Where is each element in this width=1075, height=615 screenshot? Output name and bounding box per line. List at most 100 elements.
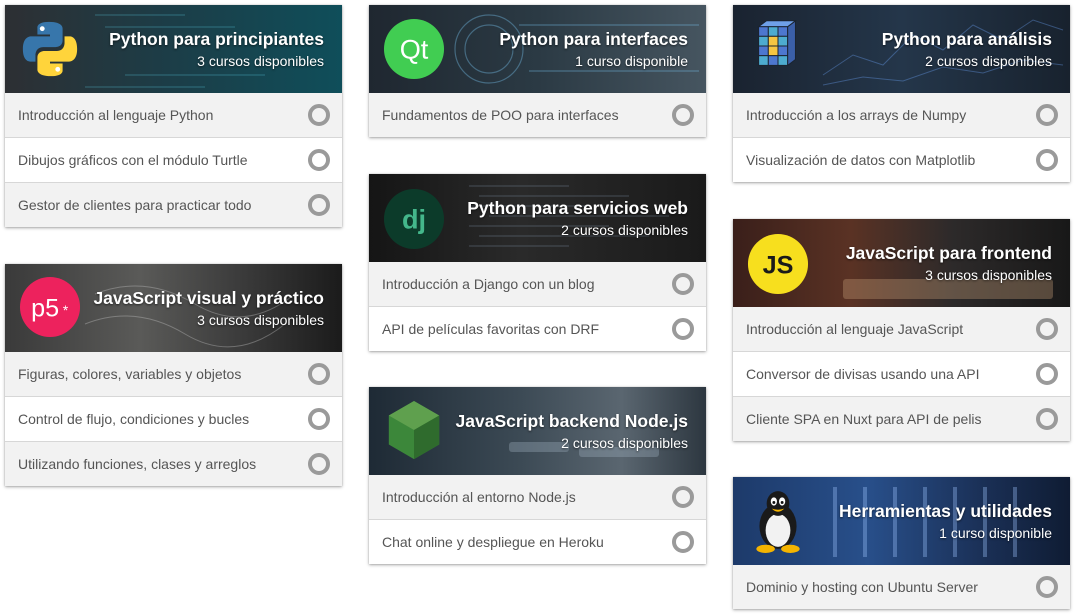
course-list: Fundamentos de POO para interfaces bbox=[369, 93, 706, 137]
course-card-herramientas-utilidades[interactable]: Herramientas y utilidades 1 curso dispon… bbox=[733, 477, 1070, 609]
course-title: Dominio y hosting con Ubuntu Server bbox=[746, 579, 978, 595]
card-subtitle: 2 cursos disponibles bbox=[561, 222, 688, 238]
course-list: Dominio y hosting con Ubuntu Server bbox=[733, 565, 1070, 609]
course-title: Chat online y despliegue en Heroku bbox=[382, 534, 604, 550]
js-logo-icon: JS bbox=[747, 233, 809, 295]
card-subtitle: 1 curso disponible bbox=[575, 53, 688, 69]
card-header[interactable]: dj Python para servicios web 2 cursos di… bbox=[369, 174, 706, 262]
course-title: Conversor de divisas usando una API bbox=[746, 366, 980, 382]
course-item[interactable]: Dibujos gráficos con el módulo Turtle bbox=[5, 137, 342, 182]
python-logo-icon bbox=[22, 21, 78, 77]
course-title: Introducción a Django con un blog bbox=[382, 276, 595, 292]
status-circle-icon bbox=[672, 531, 694, 553]
nodejs-logo-icon bbox=[388, 400, 440, 460]
course-item[interactable]: Visualización de datos con Matplotlib bbox=[733, 137, 1070, 182]
course-card-javascript-frontend[interactable]: JS JavaScript para frontend 3 cursos dis… bbox=[733, 219, 1070, 441]
course-item[interactable]: Introducción al lenguaje JavaScript bbox=[733, 307, 1070, 351]
course-item[interactable]: Conversor de divisas usando una API bbox=[733, 351, 1070, 396]
card-title: JavaScript visual y práctico bbox=[93, 288, 324, 308]
status-circle-icon bbox=[672, 318, 694, 340]
course-title: Introducción al lenguaje JavaScript bbox=[746, 321, 964, 337]
course-list: Introducción a Django con un blog API de… bbox=[369, 262, 706, 351]
status-circle-icon bbox=[308, 453, 330, 475]
course-title: Figuras, colores, variables y objetos bbox=[18, 366, 242, 382]
status-circle-icon bbox=[672, 486, 694, 508]
course-card-python-principiantes[interactable]: Python para principiantes 3 cursos dispo… bbox=[5, 5, 342, 227]
course-item[interactable]: Control de flujo, condiciones y bucles bbox=[5, 396, 342, 441]
status-circle-icon bbox=[308, 149, 330, 171]
course-item[interactable]: API de películas favoritas con DRF bbox=[369, 306, 706, 351]
course-title: API de películas favoritas con DRF bbox=[382, 321, 600, 337]
course-title: Gestor de clientes para practicar todo bbox=[18, 197, 252, 213]
course-card-python-interfaces[interactable]: Qt Python para interfaces 1 curso dispon… bbox=[369, 5, 706, 137]
status-circle-icon bbox=[308, 194, 330, 216]
course-item[interactable]: Fundamentos de POO para interfaces bbox=[369, 93, 706, 137]
status-circle-icon bbox=[1036, 408, 1058, 430]
django-logo-icon: dj bbox=[383, 188, 445, 250]
course-card-python-servicios-web[interactable]: dj Python para servicios web 2 cursos di… bbox=[369, 174, 706, 351]
status-circle-icon bbox=[1036, 149, 1058, 171]
card-header[interactable]: Herramientas y utilidades 1 curso dispon… bbox=[733, 477, 1070, 565]
card-subtitle: 2 cursos disponibles bbox=[925, 53, 1052, 69]
course-item[interactable]: Gestor de clientes para practicar todo bbox=[5, 182, 342, 227]
card-subtitle: 3 cursos disponibles bbox=[197, 53, 324, 69]
course-title: Control de flujo, condiciones y bucles bbox=[18, 411, 250, 427]
status-circle-icon bbox=[1036, 318, 1058, 340]
card-header[interactable]: JS JavaScript para frontend 3 cursos dis… bbox=[733, 219, 1070, 307]
svg-text:JS: JS bbox=[763, 252, 794, 280]
course-title: Visualización de datos con Matplotlib bbox=[746, 152, 976, 168]
status-circle-icon bbox=[672, 104, 694, 126]
course-card-javascript-backend-nodejs[interactable]: JavaScript backend Node.js 2 cursos disp… bbox=[369, 387, 706, 564]
status-circle-icon bbox=[1036, 363, 1058, 385]
course-item[interactable]: Dominio y hosting con Ubuntu Server bbox=[733, 565, 1070, 609]
course-card-python-analisis[interactable]: Python para análisis 2 cursos disponible… bbox=[733, 5, 1070, 182]
course-item[interactable]: Figuras, colores, variables y objetos bbox=[5, 352, 342, 396]
card-header[interactable]: JavaScript backend Node.js 2 cursos disp… bbox=[369, 387, 706, 475]
card-header[interactable]: Python para análisis 2 cursos disponible… bbox=[733, 5, 1070, 93]
card-header[interactable]: Qt Python para interfaces 1 curso dispon… bbox=[369, 5, 706, 93]
course-title: Introducción a los arrays de Numpy bbox=[746, 107, 967, 123]
status-circle-icon bbox=[308, 408, 330, 430]
card-subtitle: 3 cursos disponibles bbox=[925, 267, 1052, 283]
course-item[interactable]: Introducción al entorno Node.js bbox=[369, 475, 706, 519]
course-item[interactable]: Cliente SPA en Nuxt para API de pelis bbox=[733, 396, 1070, 441]
card-title: Python para análisis bbox=[881, 29, 1052, 49]
course-card-javascript-visual[interactable]: p5 * JavaScript visual y práctico 3 curs… bbox=[5, 264, 342, 486]
status-circle-icon bbox=[308, 104, 330, 126]
card-title: JavaScript backend Node.js bbox=[455, 411, 688, 431]
card-title: Python para interfaces bbox=[499, 29, 688, 49]
status-circle-icon bbox=[672, 273, 694, 295]
course-title: Introducción al entorno Node.js bbox=[382, 489, 576, 505]
qt-logo-icon: Qt bbox=[383, 18, 445, 80]
course-list: Introducción al lenguaje JavaScript Conv… bbox=[733, 307, 1070, 441]
status-circle-icon bbox=[308, 363, 330, 385]
course-item[interactable]: Introducción a Django con un blog bbox=[369, 262, 706, 306]
course-list: Introducción al entorno Node.js Chat onl… bbox=[369, 475, 706, 564]
card-title: Python para servicios web bbox=[467, 198, 688, 218]
svg-text:p5: p5 bbox=[31, 295, 59, 323]
p5-logo-icon: p5 * bbox=[19, 276, 81, 338]
course-item[interactable]: Utilizando funciones, clases y arreglos bbox=[5, 441, 342, 486]
card-header[interactable]: p5 * JavaScript visual y práctico 3 curs… bbox=[5, 264, 342, 352]
card-subtitle: 2 cursos disponibles bbox=[561, 435, 688, 451]
course-item[interactable]: Introducción a los arrays de Numpy bbox=[733, 93, 1070, 137]
card-subtitle: 3 cursos disponibles bbox=[197, 312, 324, 328]
svg-text:dj: dj bbox=[402, 204, 426, 235]
course-item[interactable]: Introducción al lenguaje Python bbox=[5, 93, 342, 137]
status-circle-icon bbox=[1036, 104, 1058, 126]
course-item[interactable]: Chat online y despliegue en Heroku bbox=[369, 519, 706, 564]
course-title: Dibujos gráficos con el módulo Turtle bbox=[18, 152, 248, 168]
course-list: Introducción a los arrays de Numpy Visua… bbox=[733, 93, 1070, 182]
card-header[interactable]: Python para principiantes 3 cursos dispo… bbox=[5, 5, 342, 93]
card-subtitle: 1 curso disponible bbox=[939, 525, 1052, 541]
course-list: Introducción al lenguaje Python Dibujos … bbox=[5, 93, 342, 227]
numpy-logo-icon bbox=[757, 19, 797, 67]
course-title: Cliente SPA en Nuxt para API de pelis bbox=[746, 411, 982, 427]
course-title: Fundamentos de POO para interfaces bbox=[382, 107, 619, 123]
card-title: Herramientas y utilidades bbox=[839, 501, 1052, 521]
card-title: Python para principiantes bbox=[109, 29, 324, 49]
course-title: Utilizando funciones, clases y arreglos bbox=[18, 456, 257, 472]
card-title: JavaScript para frontend bbox=[845, 243, 1052, 263]
svg-text:Qt: Qt bbox=[400, 34, 429, 65]
svg-text:*: * bbox=[63, 303, 69, 318]
